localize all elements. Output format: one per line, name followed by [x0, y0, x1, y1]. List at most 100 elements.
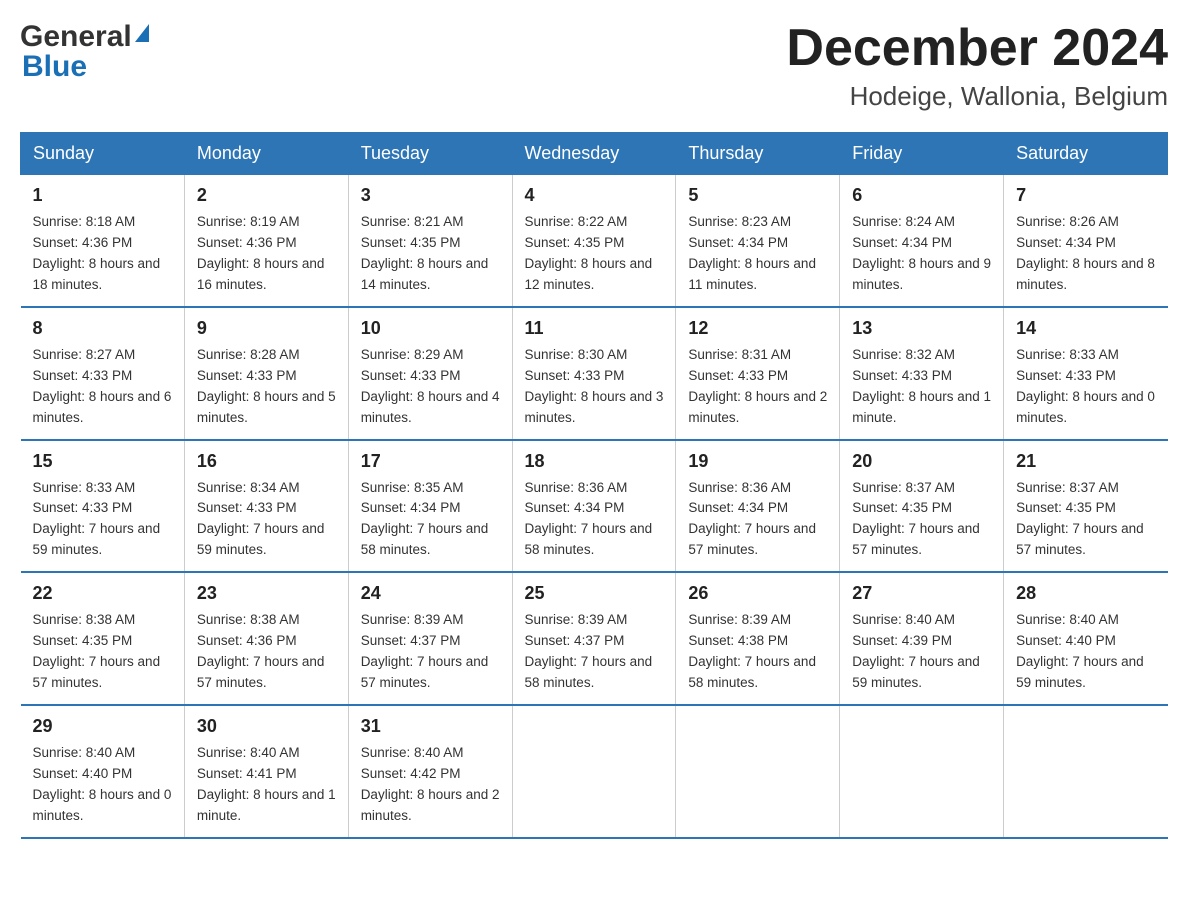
calendar-cell: 24 Sunrise: 8:39 AM Sunset: 4:37 PM Dayl…: [348, 572, 512, 705]
calendar-header-row: SundayMondayTuesdayWednesdayThursdayFrid…: [21, 133, 1168, 175]
calendar-cell: 19 Sunrise: 8:36 AM Sunset: 4:34 PM Dayl…: [676, 440, 840, 573]
calendar-cell: 13 Sunrise: 8:32 AM Sunset: 4:33 PM Dayl…: [840, 307, 1004, 440]
day-info: Sunrise: 8:40 AM Sunset: 4:39 PM Dayligh…: [852, 610, 991, 694]
header-monday: Monday: [184, 133, 348, 175]
location-title: Hodeige, Wallonia, Belgium: [786, 81, 1168, 112]
day-info: Sunrise: 8:38 AM Sunset: 4:36 PM Dayligh…: [197, 610, 336, 694]
calendar-cell: [1004, 705, 1168, 838]
page-header: General Blue December 2024 Hodeige, Wall…: [20, 20, 1168, 112]
calendar-cell: 7 Sunrise: 8:26 AM Sunset: 4:34 PM Dayli…: [1004, 175, 1168, 307]
calendar-cell: 18 Sunrise: 8:36 AM Sunset: 4:34 PM Dayl…: [512, 440, 676, 573]
day-number: 23: [197, 583, 336, 604]
day-info: Sunrise: 8:37 AM Sunset: 4:35 PM Dayligh…: [1016, 478, 1155, 562]
day-number: 10: [361, 318, 500, 339]
day-number: 13: [852, 318, 991, 339]
logo: General Blue: [20, 20, 149, 84]
day-number: 19: [688, 451, 827, 472]
calendar-cell: 28 Sunrise: 8:40 AM Sunset: 4:40 PM Dayl…: [1004, 572, 1168, 705]
day-number: 28: [1016, 583, 1155, 604]
day-number: 11: [525, 318, 664, 339]
logo-blue: Blue: [22, 50, 87, 84]
day-info: Sunrise: 8:18 AM Sunset: 4:36 PM Dayligh…: [33, 212, 172, 296]
day-info: Sunrise: 8:40 AM Sunset: 4:40 PM Dayligh…: [33, 743, 172, 827]
day-number: 17: [361, 451, 500, 472]
calendar-cell: 22 Sunrise: 8:38 AM Sunset: 4:35 PM Dayl…: [21, 572, 185, 705]
calendar-cell: 14 Sunrise: 8:33 AM Sunset: 4:33 PM Dayl…: [1004, 307, 1168, 440]
day-number: 25: [525, 583, 664, 604]
day-number: 1: [33, 185, 172, 206]
header-friday: Friday: [840, 133, 1004, 175]
day-info: Sunrise: 8:34 AM Sunset: 4:33 PM Dayligh…: [197, 478, 336, 562]
calendar-cell: 23 Sunrise: 8:38 AM Sunset: 4:36 PM Dayl…: [184, 572, 348, 705]
day-info: Sunrise: 8:24 AM Sunset: 4:34 PM Dayligh…: [852, 212, 991, 296]
logo-general: General: [20, 20, 132, 54]
calendar-cell: 4 Sunrise: 8:22 AM Sunset: 4:35 PM Dayli…: [512, 175, 676, 307]
day-number: 3: [361, 185, 500, 206]
day-number: 22: [33, 583, 172, 604]
day-number: 9: [197, 318, 336, 339]
day-number: 6: [852, 185, 991, 206]
day-info: Sunrise: 8:40 AM Sunset: 4:40 PM Dayligh…: [1016, 610, 1155, 694]
day-number: 8: [33, 318, 172, 339]
day-info: Sunrise: 8:26 AM Sunset: 4:34 PM Dayligh…: [1016, 212, 1155, 296]
day-number: 12: [688, 318, 827, 339]
day-info: Sunrise: 8:40 AM Sunset: 4:42 PM Dayligh…: [361, 743, 500, 827]
calendar-cell: [676, 705, 840, 838]
day-info: Sunrise: 8:40 AM Sunset: 4:41 PM Dayligh…: [197, 743, 336, 827]
day-number: 15: [33, 451, 172, 472]
day-number: 26: [688, 583, 827, 604]
logo-triangle-icon: [135, 24, 149, 42]
calendar-cell: 10 Sunrise: 8:29 AM Sunset: 4:33 PM Dayl…: [348, 307, 512, 440]
calendar-cell: 20 Sunrise: 8:37 AM Sunset: 4:35 PM Dayl…: [840, 440, 1004, 573]
calendar-cell: 11 Sunrise: 8:30 AM Sunset: 4:33 PM Dayl…: [512, 307, 676, 440]
day-info: Sunrise: 8:23 AM Sunset: 4:34 PM Dayligh…: [688, 212, 827, 296]
calendar-week-1: 1 Sunrise: 8:18 AM Sunset: 4:36 PM Dayli…: [21, 175, 1168, 307]
day-number: 20: [852, 451, 991, 472]
day-info: Sunrise: 8:35 AM Sunset: 4:34 PM Dayligh…: [361, 478, 500, 562]
day-info: Sunrise: 8:38 AM Sunset: 4:35 PM Dayligh…: [33, 610, 172, 694]
calendar-cell: [840, 705, 1004, 838]
calendar-cell: 5 Sunrise: 8:23 AM Sunset: 4:34 PM Dayli…: [676, 175, 840, 307]
header-wednesday: Wednesday: [512, 133, 676, 175]
calendar-cell: 12 Sunrise: 8:31 AM Sunset: 4:33 PM Dayl…: [676, 307, 840, 440]
calendar-cell: [512, 705, 676, 838]
calendar-cell: 29 Sunrise: 8:40 AM Sunset: 4:40 PM Dayl…: [21, 705, 185, 838]
day-number: 16: [197, 451, 336, 472]
day-number: 30: [197, 716, 336, 737]
day-info: Sunrise: 8:33 AM Sunset: 4:33 PM Dayligh…: [1016, 345, 1155, 429]
day-number: 29: [33, 716, 172, 737]
title-block: December 2024 Hodeige, Wallonia, Belgium: [786, 20, 1168, 112]
calendar-week-2: 8 Sunrise: 8:27 AM Sunset: 4:33 PM Dayli…: [21, 307, 1168, 440]
calendar-cell: 25 Sunrise: 8:39 AM Sunset: 4:37 PM Dayl…: [512, 572, 676, 705]
calendar-cell: 17 Sunrise: 8:35 AM Sunset: 4:34 PM Dayl…: [348, 440, 512, 573]
header-sunday: Sunday: [21, 133, 185, 175]
day-info: Sunrise: 8:39 AM Sunset: 4:37 PM Dayligh…: [361, 610, 500, 694]
header-saturday: Saturday: [1004, 133, 1168, 175]
day-info: Sunrise: 8:19 AM Sunset: 4:36 PM Dayligh…: [197, 212, 336, 296]
calendar-cell: 3 Sunrise: 8:21 AM Sunset: 4:35 PM Dayli…: [348, 175, 512, 307]
day-info: Sunrise: 8:31 AM Sunset: 4:33 PM Dayligh…: [688, 345, 827, 429]
calendar-cell: 21 Sunrise: 8:37 AM Sunset: 4:35 PM Dayl…: [1004, 440, 1168, 573]
calendar-cell: 2 Sunrise: 8:19 AM Sunset: 4:36 PM Dayli…: [184, 175, 348, 307]
day-info: Sunrise: 8:22 AM Sunset: 4:35 PM Dayligh…: [525, 212, 664, 296]
day-info: Sunrise: 8:21 AM Sunset: 4:35 PM Dayligh…: [361, 212, 500, 296]
calendar-week-5: 29 Sunrise: 8:40 AM Sunset: 4:40 PM Dayl…: [21, 705, 1168, 838]
calendar-cell: 6 Sunrise: 8:24 AM Sunset: 4:34 PM Dayli…: [840, 175, 1004, 307]
calendar-week-4: 22 Sunrise: 8:38 AM Sunset: 4:35 PM Dayl…: [21, 572, 1168, 705]
header-tuesday: Tuesday: [348, 133, 512, 175]
day-info: Sunrise: 8:27 AM Sunset: 4:33 PM Dayligh…: [33, 345, 172, 429]
calendar-cell: 15 Sunrise: 8:33 AM Sunset: 4:33 PM Dayl…: [21, 440, 185, 573]
day-number: 7: [1016, 185, 1155, 206]
day-info: Sunrise: 8:32 AM Sunset: 4:33 PM Dayligh…: [852, 345, 991, 429]
day-info: Sunrise: 8:28 AM Sunset: 4:33 PM Dayligh…: [197, 345, 336, 429]
calendar-cell: 16 Sunrise: 8:34 AM Sunset: 4:33 PM Dayl…: [184, 440, 348, 573]
day-info: Sunrise: 8:36 AM Sunset: 4:34 PM Dayligh…: [525, 478, 664, 562]
day-number: 21: [1016, 451, 1155, 472]
day-number: 14: [1016, 318, 1155, 339]
calendar-week-3: 15 Sunrise: 8:33 AM Sunset: 4:33 PM Dayl…: [21, 440, 1168, 573]
calendar-cell: 8 Sunrise: 8:27 AM Sunset: 4:33 PM Dayli…: [21, 307, 185, 440]
day-info: Sunrise: 8:36 AM Sunset: 4:34 PM Dayligh…: [688, 478, 827, 562]
calendar-cell: 1 Sunrise: 8:18 AM Sunset: 4:36 PM Dayli…: [21, 175, 185, 307]
calendar-cell: 31 Sunrise: 8:40 AM Sunset: 4:42 PM Dayl…: [348, 705, 512, 838]
calendar-cell: 9 Sunrise: 8:28 AM Sunset: 4:33 PM Dayli…: [184, 307, 348, 440]
